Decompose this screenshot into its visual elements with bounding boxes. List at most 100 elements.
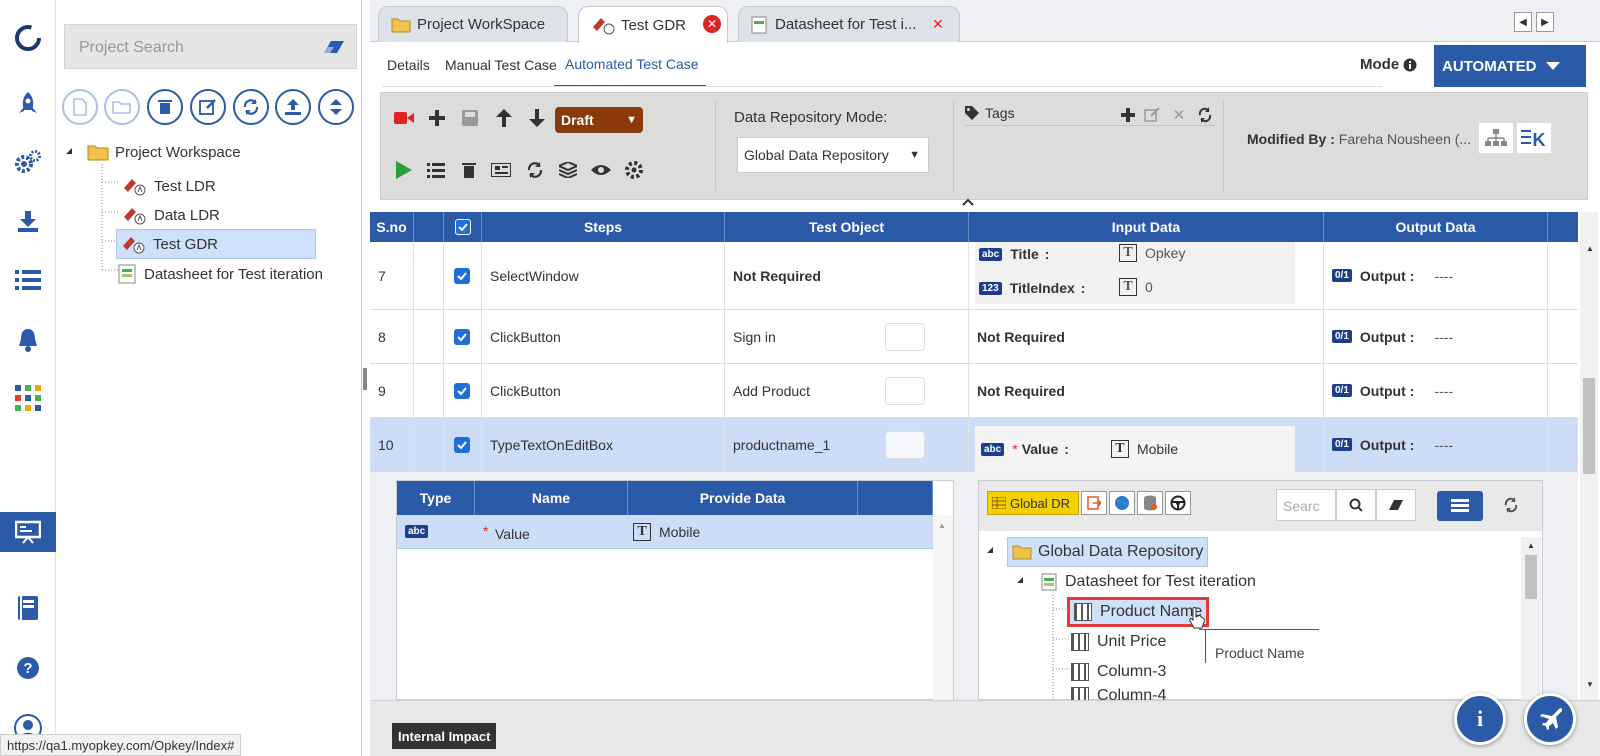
header-select-all[interactable] [444,212,482,242]
header-steps[interactable]: Steps [482,212,725,242]
tree-item-test-ldr[interactable]: Test LDR [118,173,220,199]
select-all-checkbox[interactable] [454,219,471,235]
tree-root-project-workspace[interactable]: Project Workspace [87,144,241,161]
edit-button[interactable] [190,89,226,125]
subtab-details[interactable]: Details [387,57,430,73]
tab-test-gdr[interactable]: Test GDR ✕ [578,6,728,43]
play-icon[interactable] [393,159,415,181]
globe-icon[interactable] [1109,491,1135,515]
header-sno[interactable]: S.no [370,212,414,242]
subtab-automated-test-case[interactable]: Automated Test Case [565,56,699,72]
eraser-icon[interactable] [1376,489,1416,521]
internal-impact-button[interactable]: Internal Impact [392,723,497,749]
status-dropdown[interactable]: Draft ▼ [555,107,643,133]
eye-icon[interactable] [590,159,612,181]
scroll-up-icon[interactable]: ▲ [938,521,946,530]
sync-icon[interactable] [524,159,546,181]
dr-mode-select[interactable]: Global Data Repository ▼ [737,137,929,173]
search-icon[interactable] [1336,489,1376,521]
parameter-scrollbar[interactable]: ▲ [933,515,953,701]
refresh-icon[interactable] [1501,495,1521,515]
dr-tree-sheet[interactable]: Datasheet for Test iteration [1041,567,1256,597]
presentation-icon[interactable] [0,512,66,562]
row-checkbox[interactable] [454,382,470,399]
input-param-editor[interactable]: abc * Value: T Mobile [975,426,1295,472]
input-value[interactable]: T Opkey [1119,244,1185,262]
export-icon[interactable] [1081,491,1107,515]
object-snapshot-thumbnail[interactable] [885,323,925,351]
scroll-down-icon[interactable]: ▼ [1586,680,1594,689]
tab-datasheet[interactable]: Datasheet for Test i... ✕ [738,6,960,42]
header-test-object[interactable]: Test Object [725,212,969,242]
list-icon[interactable] [0,260,56,300]
move-down-icon[interactable] [526,107,548,129]
scroll-tabs-right-icon[interactable]: ▶ [1536,12,1554,32]
new-file-button[interactable] [62,89,98,125]
row-checkbox[interactable] [454,267,470,284]
object-snapshot-thumbnail[interactable] [885,377,925,405]
tree-item-test-gdr[interactable]: Test GDR [116,229,316,259]
download-icon[interactable] [0,201,56,241]
tree-item-data-ldr[interactable]: Data LDR [118,202,224,228]
save-icon[interactable] [459,107,481,129]
dr-tree-root[interactable]: Global Data Repository [1007,537,1209,567]
upload-button[interactable] [275,89,311,125]
dr-column-unit-price[interactable]: Unit Price [1071,627,1166,657]
apps-grid-icon[interactable] [0,378,56,418]
info-icon[interactable] [1403,58,1417,72]
table-row[interactable]: 9 ClickButton Add Product Not Required 0… [370,364,1578,418]
dr-column-3[interactable]: Column-3 [1071,657,1166,687]
trash-icon[interactable] [458,159,480,181]
scroll-tabs-left-icon[interactable]: ◀ [1514,12,1532,32]
add-step-icon[interactable] [426,107,448,129]
close-tab-icon[interactable]: ✕ [929,15,947,33]
edit-tag-icon[interactable] [1141,104,1163,126]
delete-button[interactable] [147,89,183,125]
table-row-selected[interactable]: 10 TypeTextOnEditBox productname_1 abc *… [370,418,1578,472]
keyword-icon[interactable]: K [1517,123,1551,153]
settings-gear-icon[interactable] [623,159,645,181]
add-tag-icon[interactable] [1117,104,1139,126]
info-fab-icon[interactable]: i [1454,693,1506,745]
book-icon[interactable] [0,588,56,628]
eraser-icon[interactable] [323,39,345,55]
expand-collapse-button[interactable] [318,89,354,125]
header-input-data[interactable]: Input Data [969,212,1324,242]
newspaper-icon[interactable] [490,159,512,181]
parameter-row[interactable]: abc * Value T Mobile [397,515,933,549]
close-tab-icon[interactable]: ✕ [703,15,721,33]
subtab-manual-test-case[interactable]: Manual Test Case [445,57,557,73]
dr-tree-scrollbar[interactable]: ▲ [1521,537,1541,701]
airplane-fab-icon[interactable] [1524,693,1576,745]
header-output-data[interactable]: Output Data [1324,212,1548,242]
bell-icon[interactable] [0,320,56,360]
database-icon[interactable] [1137,491,1163,515]
provide-data-value[interactable]: T Mobile [633,523,700,541]
collapse-panel-icon[interactable] [960,196,976,208]
rocket-icon[interactable] [0,84,56,124]
record-icon[interactable] [393,107,415,129]
steering-wheel-icon[interactable] [1165,491,1191,515]
dr-search-input[interactable]: Searc [1276,489,1336,521]
open-folder-button[interactable] [104,89,140,125]
app-logo-icon[interactable] [0,18,56,58]
mode-dropdown[interactable]: AUTOMATED [1434,45,1586,87]
refresh-tags-icon[interactable] [1194,104,1216,126]
project-search-input[interactable]: Project Search [64,24,357,69]
refresh-button[interactable] [233,89,269,125]
remove-tag-icon[interactable]: ✕ [1168,104,1190,126]
dr-column-4[interactable]: Column-4 [1071,687,1166,701]
scroll-up-icon[interactable]: ▲ [1586,244,1594,253]
grid-scrollbar[interactable]: ▲ ▼ [1580,212,1598,700]
row-checkbox[interactable] [454,328,470,345]
tree-item-datasheet[interactable]: Datasheet for Test iteration [118,261,323,287]
gears-icon[interactable] [0,142,56,182]
input-value[interactable]: T0 [1119,278,1153,296]
scrollbar-thumb[interactable] [1583,378,1595,474]
splitter-handle[interactable] [363,368,367,390]
list-toggle-icon[interactable] [1437,491,1483,521]
scroll-up-icon[interactable]: ▲ [1527,541,1535,550]
row-checkbox[interactable] [454,436,470,453]
move-up-icon[interactable] [493,107,515,129]
list-view-icon[interactable] [425,159,447,181]
